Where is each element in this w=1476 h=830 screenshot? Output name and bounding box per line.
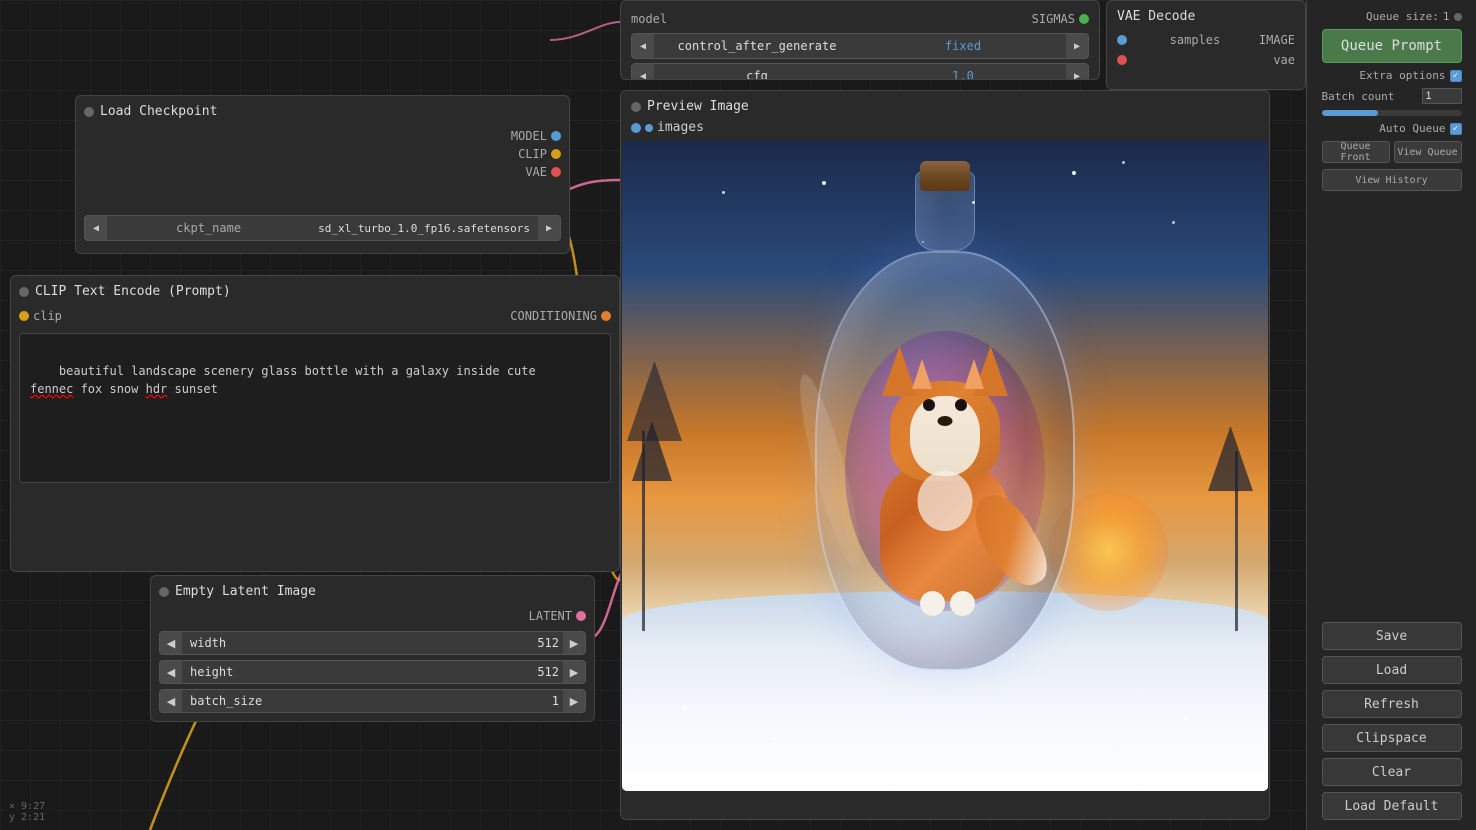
auto-queue-checkbox[interactable]: ✓ — [1450, 123, 1462, 135]
samples-label: samples — [1170, 33, 1221, 47]
preview-image-node: Preview Image images — [620, 90, 1270, 820]
batch-count-label: Batch count — [1322, 90, 1395, 103]
batch-count-input[interactable] — [1422, 88, 1462, 104]
sigmas-label: SIGMAS — [1032, 12, 1075, 26]
load-checkpoint-status-dot — [84, 107, 94, 117]
cfg-value: 1.0 — [860, 69, 1066, 80]
batch-prev-btn[interactable]: ◀ — [160, 690, 182, 712]
ckpt-name-value: sd_xl_turbo_1.0_fp16.safetensors — [310, 222, 538, 235]
prompt-text-line1: beautiful landscape scenery glass bottle… — [59, 364, 536, 378]
clip-encode-title: CLIP Text Encode (Prompt) — [35, 284, 231, 299]
samples-dot — [1117, 35, 1127, 45]
control-prev-btn[interactable]: ◀ — [632, 34, 654, 58]
model-label: model — [631, 12, 667, 26]
vae-output-label: VAE — [525, 165, 547, 179]
auto-queue-label: Auto Queue — [1379, 122, 1445, 135]
preview-title: Preview Image — [647, 99, 749, 114]
empty-latent-title: Empty Latent Image — [175, 584, 316, 599]
batch-size-label: batch_size — [182, 694, 270, 708]
clear-button[interactable]: Clear — [1322, 758, 1462, 786]
clip-text-encode-node: CLIP Text Encode (Prompt) clip CONDITION… — [10, 275, 620, 572]
ksampler-node: model SIGMAS ◀ control_after_generate fi… — [620, 0, 1100, 80]
vae-input-label: vae — [1273, 53, 1295, 67]
latent-dot — [576, 611, 586, 621]
vae-input-dot — [1117, 55, 1127, 65]
height-prev-btn[interactable]: ◀ — [160, 661, 182, 683]
clip-output-label: CLIP — [518, 147, 547, 161]
extra-options-label: Extra options — [1359, 69, 1445, 82]
clipspace-button[interactable]: Clipspace — [1322, 724, 1462, 752]
vae-decode-node: VAE Decode samples IMAGE vae — [1106, 0, 1306, 90]
width-next-btn[interactable]: ▶ — [563, 632, 585, 654]
queue-front-button[interactable]: Queue Front — [1322, 141, 1390, 163]
prompt-squiggly-hdr: hdr — [146, 382, 168, 396]
load-checkpoint-title: Load Checkpoint — [100, 104, 217, 119]
clip-input-dot — [19, 311, 29, 321]
prompt-text-part2: fox snow — [73, 382, 145, 396]
refresh-button[interactable]: Refresh — [1322, 690, 1462, 718]
clip-encode-status-dot — [19, 287, 29, 297]
image-label: IMAGE — [1259, 33, 1295, 47]
control-after-generate-value: fixed — [860, 39, 1066, 53]
width-value: 512 — [234, 636, 563, 650]
queue-prompt-button[interactable]: Queue Prompt — [1322, 29, 1462, 63]
extra-options-checkbox[interactable]: ✓ — [1450, 70, 1462, 82]
progress-fill — [1322, 110, 1378, 116]
model-output-label: MODEL — [511, 129, 547, 143]
control-next-btn[interactable]: ▶ — [1066, 34, 1088, 58]
cfg-label: cfg — [654, 69, 860, 80]
load-checkpoint-node: Load Checkpoint MODEL CLIP VAE ◀ ckpt_na… — [75, 95, 570, 254]
prompt-squiggly-fennec: fennec — [30, 382, 73, 396]
prompt-text-part3: sunset — [167, 382, 218, 396]
load-default-button[interactable]: Load Default — [1322, 792, 1462, 820]
width-label: width — [182, 636, 234, 650]
conditioning-dot — [601, 311, 611, 321]
queue-status-dot — [1454, 13, 1462, 21]
conditioning-output-label: CONDITIONING — [510, 309, 597, 323]
preview-status-dot — [631, 102, 641, 112]
height-value: 512 — [241, 665, 563, 679]
latent-output-label: LATENT — [529, 609, 572, 623]
ckpt-name-label: ckpt_name — [107, 221, 310, 235]
batch-next-btn[interactable]: ▶ — [563, 690, 585, 712]
sigmas-dot — [1079, 14, 1089, 24]
ckpt-next-btn[interactable]: ▶ — [538, 216, 560, 240]
view-queue-button[interactable]: View Queue — [1394, 141, 1462, 163]
empty-latent-node: Empty Latent Image LATENT ◀ width 512 ▶ … — [150, 575, 595, 722]
model-output-dot — [551, 131, 561, 141]
cfg-prev-btn[interactable]: ◀ — [632, 64, 654, 80]
images-dot — [645, 124, 653, 132]
vae-output-dot — [551, 167, 561, 177]
view-history-button[interactable]: View History — [1322, 169, 1462, 191]
load-button[interactable]: Load — [1322, 656, 1462, 684]
width-prev-btn[interactable]: ◀ — [160, 632, 182, 654]
images-label: images — [657, 120, 704, 135]
preview-image-display — [622, 141, 1268, 791]
images-connector-dot — [631, 123, 641, 133]
right-panel: Queue size: 1 Queue Prompt Extra options… — [1306, 0, 1476, 830]
coord-display: × 9:27 y 2:21 — [5, 799, 49, 825]
ckpt-prev-btn[interactable]: ◀ — [85, 216, 107, 240]
progress-bar — [1322, 110, 1462, 116]
height-label: height — [182, 665, 241, 679]
cfg-next-btn[interactable]: ▶ — [1066, 64, 1088, 80]
clip-output-dot — [551, 149, 561, 159]
control-after-generate-label: control_after_generate — [654, 39, 860, 53]
save-button[interactable]: Save — [1322, 622, 1462, 650]
clip-input-label: clip — [33, 309, 62, 323]
empty-latent-status-dot — [159, 587, 169, 597]
batch-size-value: 1 — [270, 694, 563, 708]
height-next-btn[interactable]: ▶ — [563, 661, 585, 683]
queue-size-value: 1 — [1443, 10, 1450, 23]
queue-size-label: Queue size: — [1366, 10, 1439, 23]
